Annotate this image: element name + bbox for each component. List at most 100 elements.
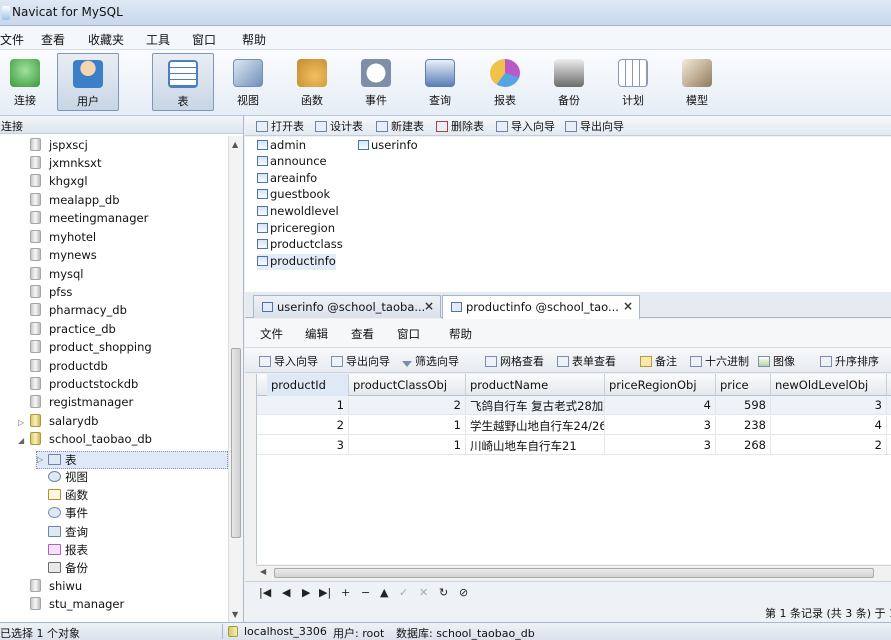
cell-productName[interactable]: 学生越野山地自行车24/26寸 (466, 416, 605, 435)
cell-productId[interactable]: 3 (267, 436, 349, 455)
edit-record-button[interactable]: ▲ (380, 586, 388, 599)
toolbar-event-button[interactable]: 事件 (345, 53, 407, 111)
tree-node-backups[interactable]: 备份 (48, 560, 88, 578)
cell-productClassObj[interactable]: 1 (349, 416, 466, 435)
toolbar-schedule-button[interactable]: 计划 (602, 53, 664, 111)
cell-price[interactable]: 598 (716, 396, 771, 415)
table-object-newoldlevel[interactable]: newoldlevel (257, 204, 339, 220)
column-header-productClassObj[interactable]: productClassObj (349, 374, 466, 396)
stop-button[interactable]: ⊘ (459, 586, 468, 599)
tree-db-jspxscj[interactable]: jspxscj (30, 138, 88, 156)
memo-button[interactable]: 备注 (640, 353, 677, 369)
form-view-button[interactable]: 表单查看 (557, 353, 616, 369)
tree-db-khgxgl[interactable]: khgxgl (30, 174, 88, 192)
table-object-productclass[interactable]: productclass (257, 237, 343, 253)
tree-node-queries[interactable]: 查询 (48, 524, 88, 542)
tree-node-functions[interactable]: 函数 (48, 487, 88, 505)
toolbar-query-button[interactable]: 查询 (409, 53, 471, 111)
cell-newOldLevelObj[interactable]: 4 (771, 416, 887, 435)
toolbar-backup-button[interactable]: 备份 (538, 53, 600, 111)
collapse-icon[interactable]: ◢ (18, 436, 24, 445)
table-object-admin[interactable]: admin (257, 138, 306, 154)
cell-productName[interactable]: 飞鸽自行车 复古老式28加重 (466, 396, 605, 415)
menu-tools[interactable]: 工具 (146, 31, 170, 48)
tree-db-product_shopping[interactable]: product_shopping (30, 340, 152, 358)
cell-newOldLevelObj[interactable]: 2 (771, 436, 887, 455)
previous-record-button[interactable]: ◀ (282, 586, 290, 599)
new-table-button[interactable]: 新建表 (376, 118, 424, 134)
refresh-button[interactable]: ↻ (439, 586, 448, 599)
toolbar-view-button[interactable]: 视图 (217, 53, 279, 111)
cell-priceRegionObj[interactable]: 4 (605, 396, 716, 415)
grid-export-wizard-button[interactable]: 导出向导 (331, 353, 390, 369)
grid-horizontal-scrollbar[interactable]: ◀ (256, 565, 891, 580)
expand-icon[interactable]: ▷ (18, 418, 24, 427)
delete-record-button[interactable]: − (361, 586, 370, 599)
inner-menu-edit[interactable]: 编辑 (305, 326, 328, 342)
cell-productId[interactable]: 1 (267, 396, 349, 415)
tree-db-registmanager[interactable]: registmanager (30, 395, 133, 413)
cell-productId[interactable]: 2 (267, 416, 349, 435)
last-record-button[interactable]: ▶| (319, 586, 331, 599)
scroll-up-icon[interactable]: ▲ (232, 140, 238, 149)
tree-db-pharmacy_db[interactable]: pharmacy_db (30, 303, 127, 321)
menu-file[interactable]: 文件 (0, 31, 24, 48)
tree-node-views[interactable]: 视图 (48, 469, 88, 487)
import-wizard-button[interactable]: 导入向导 (496, 118, 555, 134)
tree-db-productstockdb[interactable]: productstockdb (30, 377, 138, 395)
tree-node-reports[interactable]: 报表 (48, 542, 88, 560)
tree-db-mynews[interactable]: mynews (30, 248, 97, 266)
table-row[interactable]: 3 1 川崎山地车自行车21 3 268 2 (257, 436, 891, 455)
table-row[interactable]: 2 1 学生越野山地自行车24/26寸 3 238 4 (257, 416, 891, 435)
add-record-button[interactable]: + (341, 586, 350, 599)
toolbar-user-button[interactable]: 用户 (57, 53, 119, 111)
hex-button[interactable]: 十六进制 (690, 353, 749, 369)
cell-price[interactable]: 268 (716, 436, 771, 455)
cell-priceRegionObj[interactable]: 3 (605, 416, 716, 435)
tree-db-pfss[interactable]: pfss (30, 285, 72, 303)
image-button[interactable]: 图像 (758, 353, 795, 369)
filter-wizard-button[interactable]: 筛选向导 (402, 353, 459, 369)
tree-node-events[interactable]: 事件 (48, 505, 88, 523)
toolbar-connection-button[interactable]: 连接 (0, 53, 56, 111)
inner-menu-window[interactable]: 窗口 (397, 326, 420, 342)
expand-icon[interactable]: ▷ (37, 455, 43, 464)
column-header-truncated[interactable]: a (887, 374, 891, 396)
design-table-button[interactable]: 设计表 (315, 118, 363, 134)
column-header-price[interactable]: price (716, 374, 771, 396)
scroll-left-icon[interactable]: ◀ (260, 567, 266, 576)
inner-menu-help[interactable]: 帮助 (449, 326, 472, 342)
tree-db-salarydb[interactable]: ▷ salarydb (18, 414, 98, 432)
tree-db-stu_manager[interactable]: stu_manager (30, 597, 124, 615)
tree-db-meetingmanager[interactable]: meetingmanager (30, 211, 148, 229)
tree-db-practice_db[interactable]: practice_db (30, 322, 116, 340)
close-icon[interactable]: × (424, 299, 434, 313)
table-object-priceregion[interactable]: priceregion (257, 221, 335, 237)
tree-db-jxmnksxt[interactable]: jxmnksxt (30, 156, 101, 174)
grid-import-wizard-button[interactable]: 导入向导 (259, 353, 318, 369)
tab-userinfo[interactable]: userinfo @school_taoba... × (253, 295, 441, 318)
inner-menu-view[interactable]: 查看 (351, 326, 374, 342)
open-table-button[interactable]: 打开表 (256, 118, 304, 134)
cell-productClassObj[interactable]: 2 (349, 396, 466, 415)
discard-changes-button[interactable]: ✕ (419, 586, 428, 599)
toolbar-table-button[interactable]: 表 (152, 53, 214, 111)
table-object-userinfo[interactable]: userinfo (358, 138, 418, 154)
table-object-productinfo[interactable]: productinfo (257, 254, 336, 270)
tree-db-myhotel[interactable]: myhotel (30, 230, 96, 248)
tree-db-productdb[interactable]: productdb (30, 359, 108, 377)
table-row[interactable]: 1 2 飞鸽自行车 复古老式28加重 4 598 3 (257, 396, 891, 415)
toolbar-model-button[interactable]: 模型 (666, 53, 728, 111)
sort-ascending-button[interactable]: 升序排序 (820, 353, 879, 369)
grid-scrollbar-thumb[interactable] (274, 568, 874, 578)
delete-table-button[interactable]: 删除表 (436, 118, 484, 134)
first-record-button[interactable]: |◀ (259, 586, 271, 599)
toolbar-report-button[interactable]: 报表 (474, 53, 536, 111)
tree-db-school_taobao_db[interactable]: ◢ school_taobao_db (18, 432, 152, 450)
table-object-areainfo[interactable]: areainfo (257, 171, 317, 187)
tree-db-mysql[interactable]: mysql (30, 267, 84, 285)
column-header-newOldLevelObj[interactable]: newOldLevelObj (771, 374, 887, 396)
export-wizard-button[interactable]: 导出向导 (565, 118, 624, 134)
toolbar-function-button[interactable]: 函数 (281, 53, 343, 111)
tree-scrollbar-thumb[interactable] (231, 348, 241, 538)
